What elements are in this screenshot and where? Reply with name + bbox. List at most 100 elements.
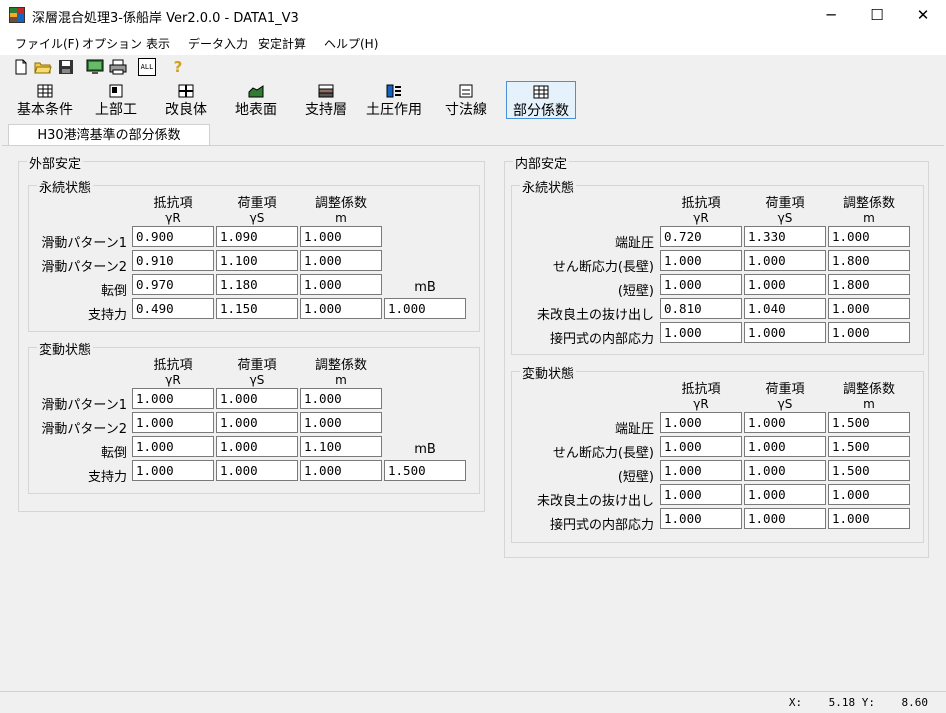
all-icon[interactable]: ALL: [138, 58, 156, 76]
header-load-title: 荷重項: [237, 358, 277, 373]
superstructure-button[interactable]: 上部工: [90, 81, 142, 119]
improved-body-button[interactable]: 改良体: [160, 81, 212, 119]
adjustment-field[interactable]: 1.800: [828, 250, 910, 271]
load-field[interactable]: 1.000: [744, 412, 826, 433]
adjustment-field[interactable]: 1.000: [300, 250, 382, 271]
load-field[interactable]: 1.000: [744, 322, 826, 343]
resistance-field[interactable]: 1.000: [660, 508, 742, 529]
ground-surface-button[interactable]: 地表面: [230, 81, 282, 119]
window-title: 深層混合処理3-係船岸 Ver2.0.0 - DATA1_V3: [32, 11, 299, 26]
adjustment-field[interactable]: 1.000: [300, 460, 382, 481]
tab-h30-partial-factors[interactable]: H30港湾基準の部分係数: [8, 124, 210, 146]
title-bar: 深層混合処理3-係船岸 Ver2.0.0 - DATA1_V3 ─ ☐ ✕: [0, 0, 946, 31]
resistance-field[interactable]: 0.490: [132, 298, 214, 319]
resistance-field[interactable]: 1.000: [132, 436, 214, 457]
load-field[interactable]: 1.330: [744, 226, 826, 247]
load-field[interactable]: 1.000: [744, 250, 826, 271]
adjustment-field[interactable]: 1.000: [300, 274, 382, 295]
header-resistance-title: 抵抗項: [681, 382, 721, 397]
adjustment-field[interactable]: 1.000: [300, 412, 382, 433]
adjustment-field[interactable]: 1.500: [828, 436, 910, 457]
load-field[interactable]: 1.000: [216, 412, 298, 433]
row-label: (短壁): [617, 284, 654, 299]
tab-panel-border: [2, 145, 944, 146]
partial-factors-button[interactable]: 部分係数: [506, 81, 576, 119]
resistance-field[interactable]: 1.000: [132, 460, 214, 481]
menu-file[interactable]: ファイル(F): [15, 35, 79, 52]
menu-stability-calc[interactable]: 安定計算: [258, 35, 306, 52]
load-field[interactable]: 1.000: [216, 388, 298, 409]
resistance-field[interactable]: 0.810: [660, 298, 742, 319]
resistance-field[interactable]: 1.000: [660, 484, 742, 505]
save-icon[interactable]: [57, 58, 75, 76]
header-resistance: 抵抗項 γR: [659, 196, 743, 226]
load-field[interactable]: 1.000: [744, 436, 826, 457]
header-resistance-title: 抵抗項: [153, 358, 193, 373]
load-field[interactable]: 1.000: [216, 436, 298, 457]
adjustment-field[interactable]: 1.000: [300, 388, 382, 409]
adjustment-field[interactable]: 1.500: [828, 412, 910, 433]
resistance-field[interactable]: 0.720: [660, 226, 742, 247]
resistance-field[interactable]: 0.910: [132, 250, 214, 271]
row-label: 滑動パターン2: [41, 422, 127, 437]
new-file-icon[interactable]: [12, 58, 30, 76]
resistance-field[interactable]: 1.000: [660, 250, 742, 271]
adjustment-field[interactable]: 1.800: [828, 274, 910, 295]
minimize-button[interactable]: ─: [808, 0, 854, 31]
dimension-lines-button[interactable]: 寸法線: [440, 81, 492, 119]
header-load-symbol: γS: [249, 373, 265, 387]
header-resistance: 抵抗項 γR: [659, 382, 743, 412]
load-field[interactable]: 1.040: [744, 298, 826, 319]
menu-help[interactable]: ヘルプ(H): [324, 35, 378, 52]
header-load: 荷重項 γS: [215, 358, 299, 388]
resistance-field[interactable]: 1.000: [132, 388, 214, 409]
load-field[interactable]: 1.000: [744, 460, 826, 481]
load-field[interactable]: 1.180: [216, 274, 298, 295]
adjustment-field[interactable]: 1.000: [828, 298, 910, 319]
resistance-field[interactable]: 1.000: [132, 412, 214, 433]
print-icon[interactable]: [109, 58, 127, 76]
load-field[interactable]: 1.000: [744, 508, 826, 529]
table-icon: [533, 85, 549, 99]
adjustment-field[interactable]: 1.000: [828, 484, 910, 505]
maximize-button[interactable]: ☐: [854, 0, 900, 31]
support-layer-button[interactable]: 支持層: [300, 81, 352, 119]
resistance-field[interactable]: 1.000: [660, 412, 742, 433]
resistance-field[interactable]: 0.900: [132, 226, 214, 247]
menu-data-input[interactable]: データ入力: [188, 35, 248, 52]
internal-stability-title: 内部安定: [513, 153, 570, 172]
close-button[interactable]: ✕: [900, 0, 946, 31]
basic-conditions-button[interactable]: 基本条件: [12, 81, 78, 119]
resistance-field[interactable]: 0.970: [132, 274, 214, 295]
adjustment-field[interactable]: 1.500: [828, 460, 910, 481]
header-load-title: 荷重項: [237, 196, 277, 211]
external-stability-title: 外部安定: [27, 153, 84, 172]
resistance-field[interactable]: 1.000: [660, 436, 742, 457]
resistance-field[interactable]: 1.000: [660, 460, 742, 481]
load-field[interactable]: 1.090: [216, 226, 298, 247]
mb-field[interactable]: 1.000: [384, 298, 466, 319]
resistance-field[interactable]: 1.000: [660, 274, 742, 295]
adjustment-field[interactable]: 1.000: [300, 226, 382, 247]
resistance-field[interactable]: 1.000: [660, 322, 742, 343]
monitor-icon[interactable]: [86, 58, 104, 76]
open-folder-icon[interactable]: [34, 58, 52, 76]
adjustment-field[interactable]: 1.000: [828, 508, 910, 529]
adjustment-field[interactable]: 1.000: [828, 322, 910, 343]
adjustment-field[interactable]: 1.000: [300, 298, 382, 319]
row-label: 滑動パターン1: [41, 236, 127, 251]
load-field[interactable]: 1.100: [216, 250, 298, 271]
load-field[interactable]: 1.150: [216, 298, 298, 319]
external-permanent-title: 永続状態: [37, 177, 94, 196]
help-icon[interactable]: ?: [169, 58, 187, 76]
load-field[interactable]: 1.000: [744, 274, 826, 295]
header-load-title: 荷重項: [765, 196, 805, 211]
adjustment-field[interactable]: 1.100: [300, 436, 382, 457]
adjustment-field[interactable]: 1.000: [828, 226, 910, 247]
load-field[interactable]: 1.000: [216, 460, 298, 481]
menu-options[interactable]: オプション: [82, 35, 142, 52]
mb-field[interactable]: 1.500: [384, 460, 466, 481]
load-field[interactable]: 1.000: [744, 484, 826, 505]
earth-pressure-button[interactable]: 土圧作用: [362, 81, 426, 119]
menu-view[interactable]: 表示: [146, 35, 170, 52]
